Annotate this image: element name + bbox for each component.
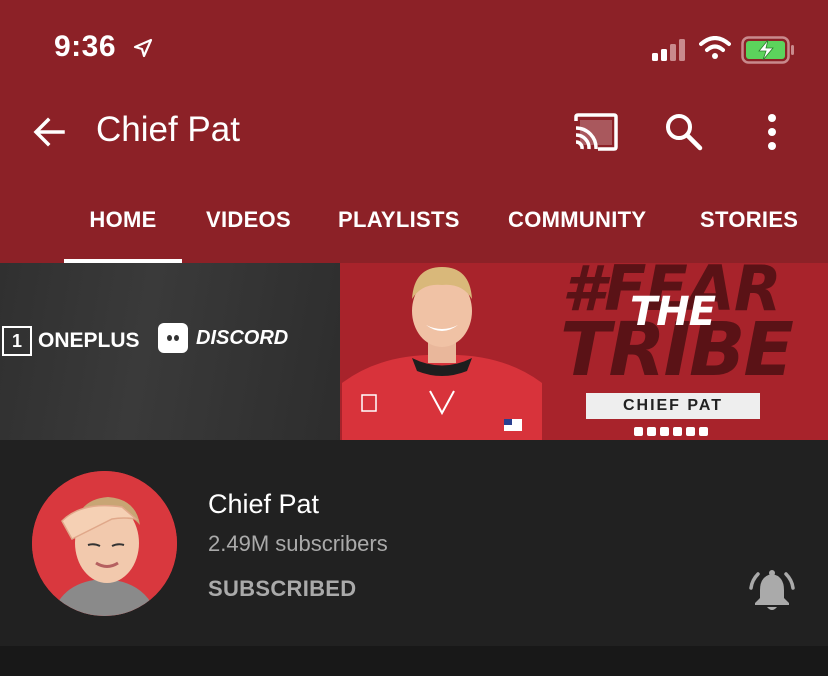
tab-home[interactable]: HOME	[64, 203, 182, 263]
battery-charging-icon	[741, 36, 794, 64]
tab-home-label: HOME	[89, 207, 157, 232]
tab-playlists-label: PLAYLISTS	[338, 207, 460, 232]
social-icon	[660, 427, 669, 436]
tab-community-label: COMMUNITY	[508, 207, 647, 232]
tab-stories-label: STORIES	[700, 207, 799, 232]
oneplus-icon: 1	[2, 326, 32, 356]
social-icon	[647, 427, 656, 436]
section-divider	[0, 646, 828, 676]
more-vert-icon[interactable]	[762, 112, 782, 152]
tab-videos[interactable]: VIDEOS	[206, 203, 291, 263]
social-icon	[673, 427, 682, 436]
social-icon	[699, 427, 708, 436]
discord-icon	[158, 323, 188, 353]
app-header: 9:36 Chief Pat HOME VIDEOS PLAYLISTS COM…	[0, 0, 828, 263]
tab-videos-label: VIDEOS	[206, 207, 291, 232]
tab-playlists[interactable]: PLAYLISTS	[338, 203, 460, 263]
channel-banner: 1 ONEPLUS DISCORD #FEAR TRIBE THE CHIEF …	[0, 263, 828, 440]
search-icon[interactable]	[664, 112, 704, 152]
subscribed-button[interactable]: SUBSCRIBED	[208, 576, 356, 602]
sponsor-oneplus-logo: 1 ONEPLUS	[2, 326, 140, 356]
tab-community[interactable]: COMMUNITY	[508, 203, 646, 263]
avatar-image	[32, 471, 177, 616]
tab-stories[interactable]: STORIES	[700, 203, 798, 263]
channel-avatar[interactable]	[32, 471, 177, 616]
banner-player-image	[342, 263, 542, 440]
sponsor-discord-text: DISCORD	[196, 326, 289, 349]
social-icon	[634, 427, 643, 436]
notification-bell-icon[interactable]	[749, 568, 795, 614]
social-icon	[686, 427, 695, 436]
banner-nameplate: CHIEF PAT	[586, 393, 760, 419]
sponsor-discord-logo: DISCORD	[158, 323, 288, 353]
channel-name: Chief Pat	[208, 489, 320, 519]
cellular-signal-icon	[652, 39, 685, 61]
subscriber-count: 2.49M subscribers	[208, 531, 388, 556]
location-arrow-icon	[133, 38, 153, 58]
cast-icon[interactable]	[572, 112, 620, 152]
wifi-icon	[699, 36, 731, 59]
page-title: Chief Pat	[96, 110, 240, 149]
sponsor-oneplus-text: ONEPLUS	[38, 329, 140, 352]
back-arrow-icon[interactable]	[31, 114, 67, 150]
banner-overlay-word: THE	[630, 289, 716, 335]
status-time: 9:36	[54, 30, 117, 63]
banner-social-icons	[634, 427, 708, 436]
